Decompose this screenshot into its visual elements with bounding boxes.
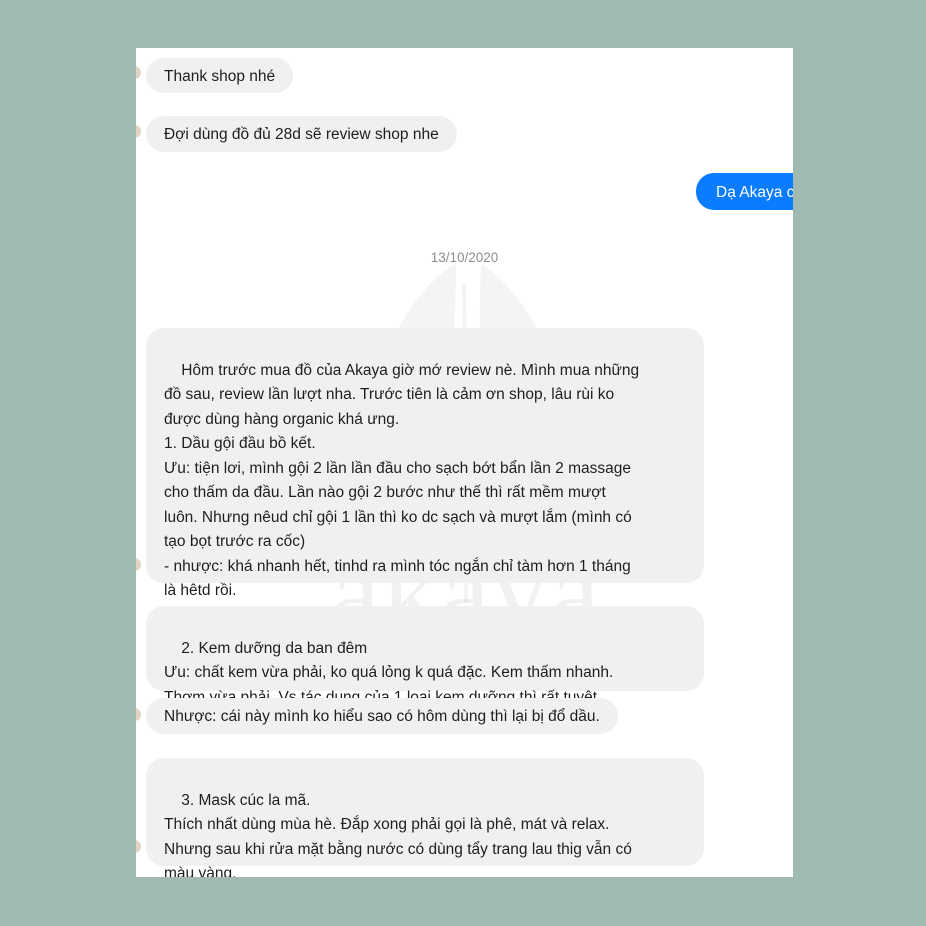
message-bubble-incoming[interactable]: Đợi dùng đồ đủ 28d sẽ review shop nhe	[146, 116, 457, 152]
avatar-icon[interactable]	[136, 840, 141, 853]
message-bubble-incoming[interactable]: Nhược: cái này mình ko hiểu sao có hôm d…	[146, 698, 618, 734]
message-bubble-outgoing[interactable]: Dạ Akaya c	[696, 173, 793, 210]
message-bubble-incoming[interactable]: Thank shop nhé	[146, 58, 294, 93]
message-text: 3. Mask cúc la mã. Thích nhất dùng mùa h…	[164, 791, 632, 878]
message-text: Đợi dùng đồ đủ 28d sẽ review shop nhe	[164, 126, 439, 143]
message-text: Thank shop nhé	[164, 68, 276, 85]
message-bubble-incoming[interactable]: 3. Mask cúc la mã. Thích nhất dùng mùa h…	[146, 758, 704, 877]
avatar-icon[interactable]	[136, 558, 141, 571]
date-separator: 13/10/2020	[430, 250, 499, 265]
message-text: Dạ Akaya c	[716, 184, 793, 201]
message-bubble-incoming[interactable]: Hôm trước mua đồ của Akaya giờ mớ review…	[146, 328, 704, 599]
chat-panel: akaya Thank shop nhé Đợi dùng đồ đủ 28d …	[136, 48, 793, 877]
message-text: Hôm trước mua đồ của Akaya giờ mớ review…	[164, 361, 640, 600]
message-text: Nhược: cái này mình ko hiểu sao có hôm d…	[164, 708, 600, 725]
avatar-icon[interactable]	[136, 708, 141, 721]
avatar-icon[interactable]	[136, 66, 141, 79]
message-bubble-incoming[interactable]: 2. Kem dưỡng da ban đêm Ưu: chất kem vừa…	[146, 606, 704, 706]
message-text: 2. Kem dưỡng da ban đêm Ưu: chất kem vừa…	[164, 639, 614, 706]
avatar-icon[interactable]	[136, 125, 141, 138]
